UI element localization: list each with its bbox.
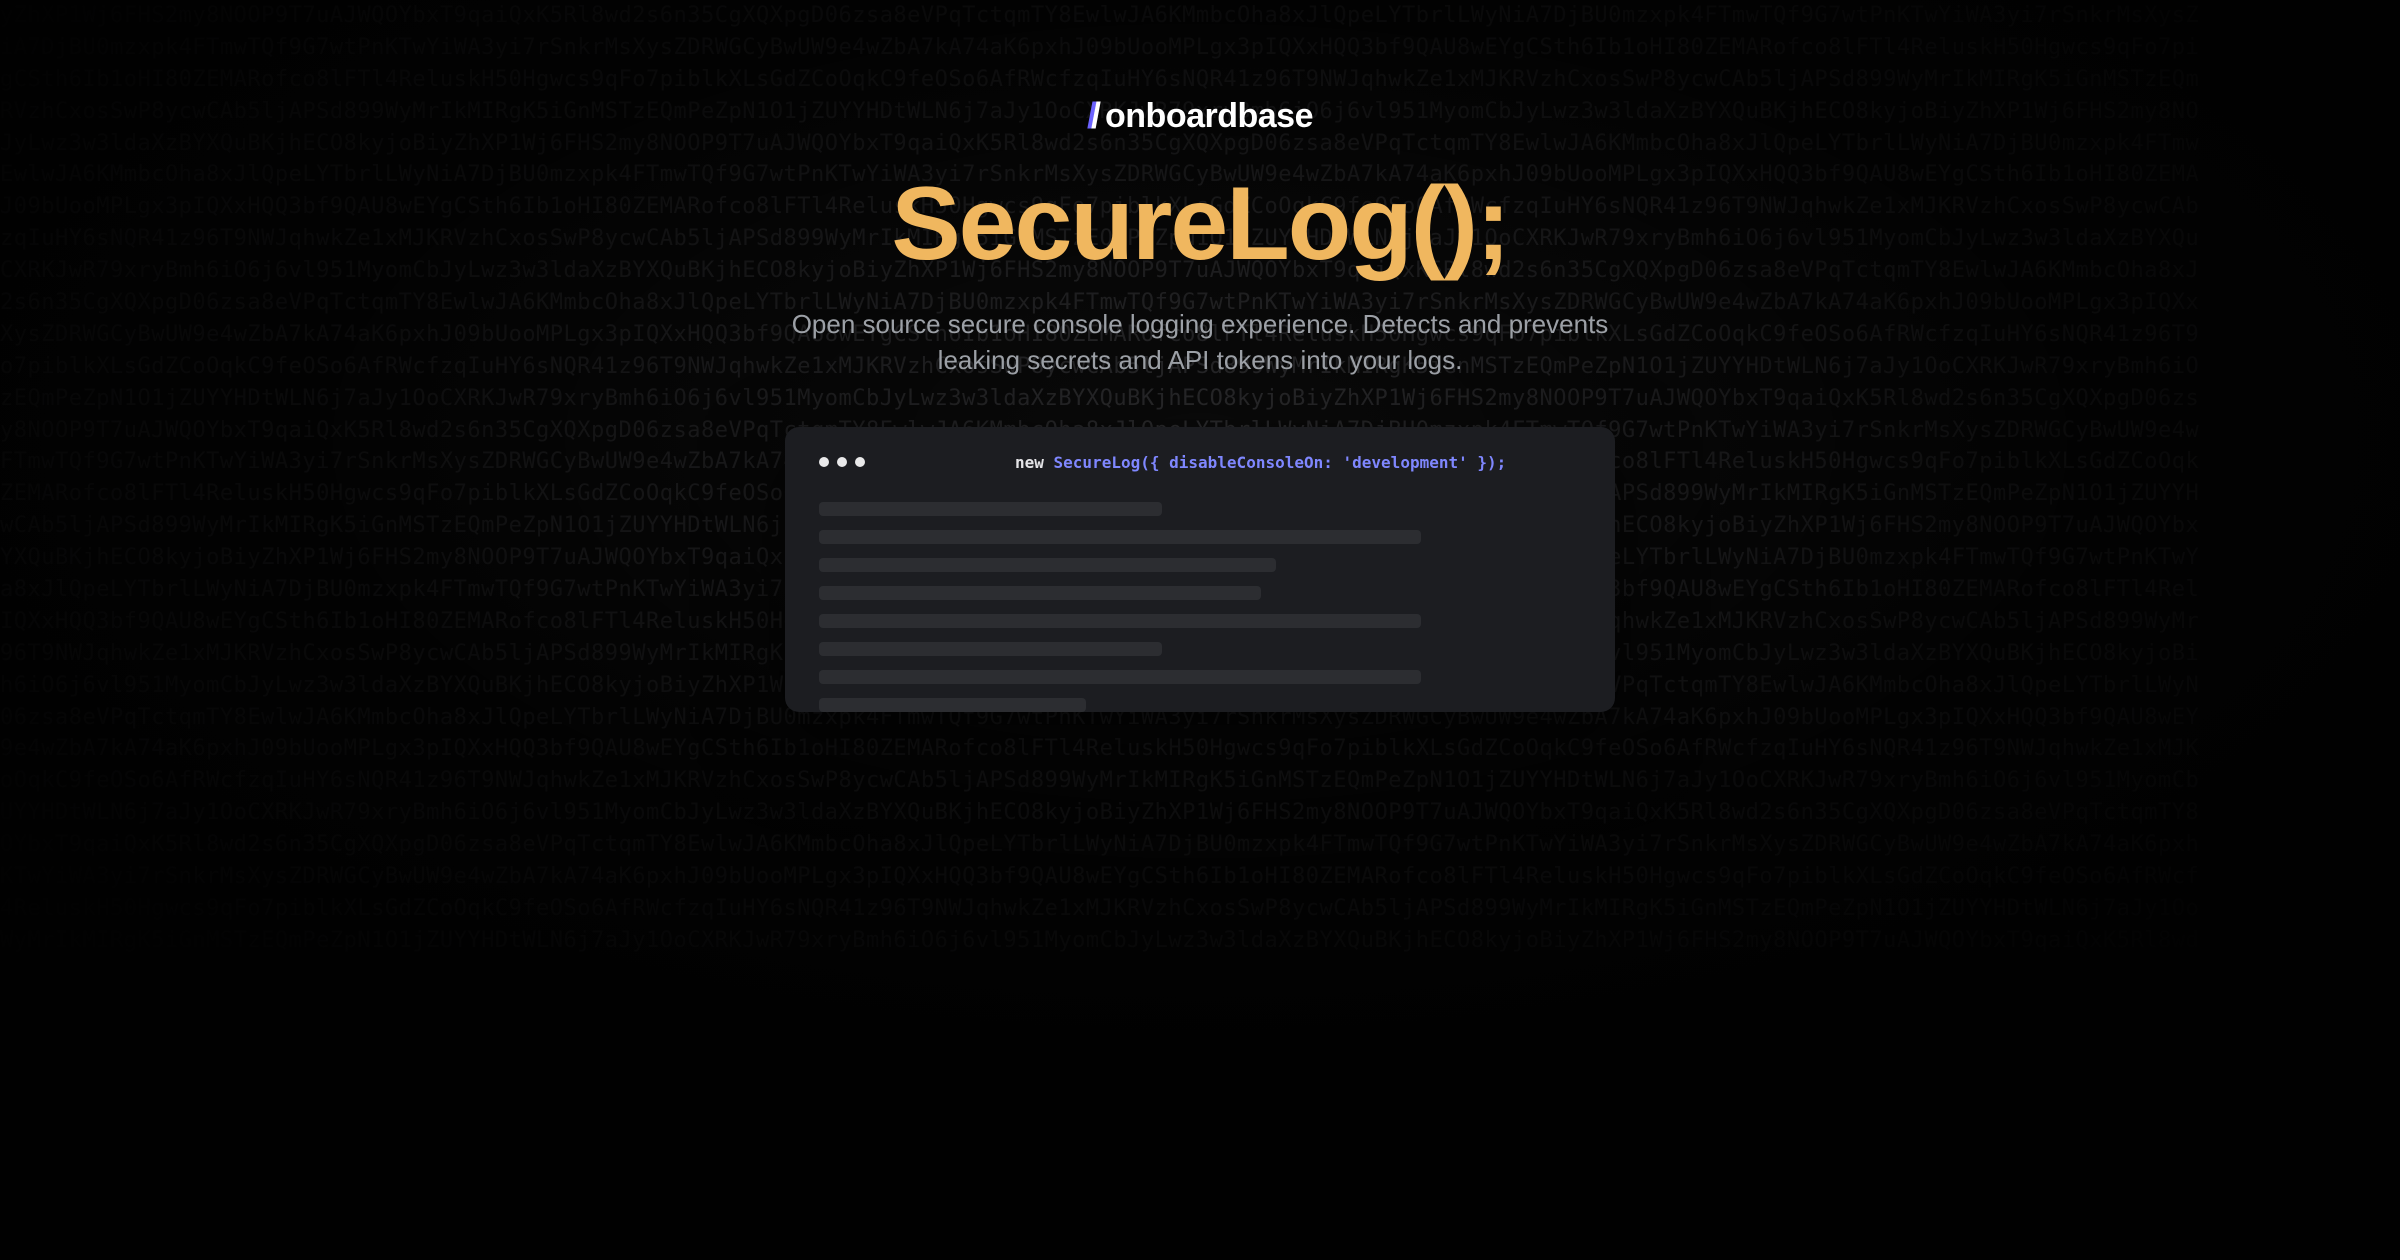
traffic-lights-icon <box>819 457 865 467</box>
hero-content: // onboardbase SecureLog(); Open source … <box>0 0 2400 712</box>
skeleton-line <box>819 698 1086 712</box>
skeleton-line <box>819 642 1162 656</box>
skeleton-line <box>819 670 1421 684</box>
code-editor-card: new SecureLog({ disableConsoleOn: 'devel… <box>785 427 1615 712</box>
skeleton-line <box>819 586 1261 600</box>
editor-header: new SecureLog({ disableConsoleOn: 'devel… <box>819 453 1581 472</box>
brand-slash-icon: // <box>1087 95 1095 137</box>
skeleton-log-lines <box>819 502 1581 712</box>
skeleton-line <box>819 530 1421 544</box>
skeleton-line <box>819 558 1276 572</box>
hero-subtitle: Open source secure console logging exper… <box>790 306 1610 379</box>
brand-name: onboardbase <box>1105 97 1313 136</box>
skeleton-line <box>819 502 1162 516</box>
hero-title: SecureLog(); <box>891 165 1508 284</box>
skeleton-line <box>819 614 1421 628</box>
brand-lockup: // onboardbase <box>1087 95 1313 137</box>
code-snippet: new SecureLog({ disableConsoleOn: 'devel… <box>1015 453 1506 472</box>
